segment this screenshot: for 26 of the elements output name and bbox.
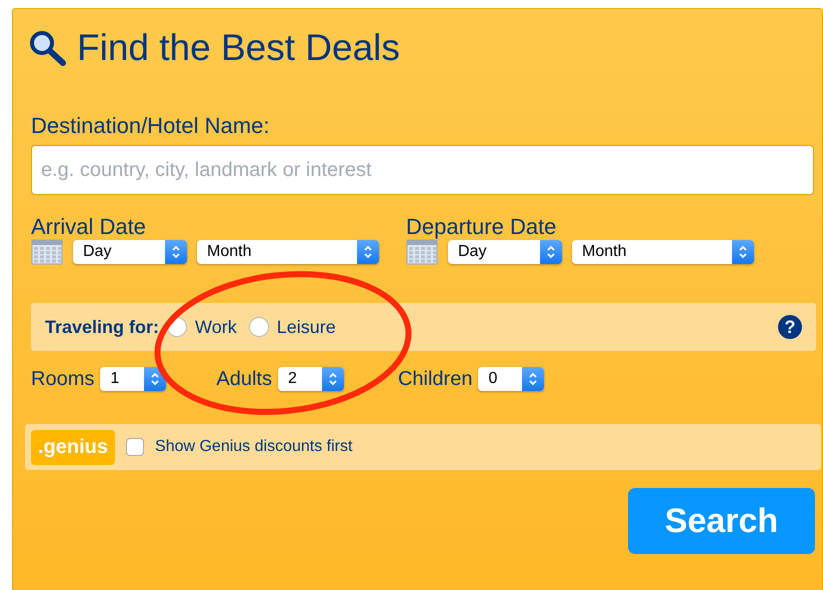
traveling-label: Traveling for:	[45, 316, 160, 338]
help-icon[interactable]: ?	[778, 315, 802, 339]
calendar-icon[interactable]	[406, 239, 438, 265]
checkbox[interactable]	[126, 438, 144, 456]
count-select[interactable]: 1	[100, 367, 166, 391]
occupancy-label: Children	[398, 368, 472, 390]
month-select[interactable]: Month	[197, 240, 379, 264]
radio-label[interactable]: Work	[195, 316, 237, 338]
occupancy-label: Rooms	[31, 368, 94, 390]
page-title: Find the Best Deals	[77, 27, 400, 69]
destination-input-field[interactable]: e.g. country, city, landmark or interest	[31, 145, 814, 195]
radio-button[interactable]	[248, 317, 269, 337]
genius-label[interactable]: Show Genius discounts first	[155, 438, 352, 456]
radio-label[interactable]: Leisure	[276, 316, 336, 338]
day-select[interactable]: Day	[448, 240, 562, 264]
month-select[interactable]: Month	[572, 240, 754, 264]
genius-badge: .genius	[31, 430, 116, 464]
count-select[interactable]: 2	[278, 367, 344, 391]
date-label: Departure Date	[406, 215, 558, 239]
date-label: Arrival Date	[31, 215, 147, 239]
calendar-icon[interactable]	[31, 239, 63, 265]
destination-label: Destination/Hotel Name:	[31, 113, 270, 139]
count-select[interactable]: 0	[478, 367, 544, 391]
day-select[interactable]: Day	[73, 240, 187, 264]
search-icon	[29, 30, 67, 66]
occupancy-label: Adults	[216, 368, 272, 390]
